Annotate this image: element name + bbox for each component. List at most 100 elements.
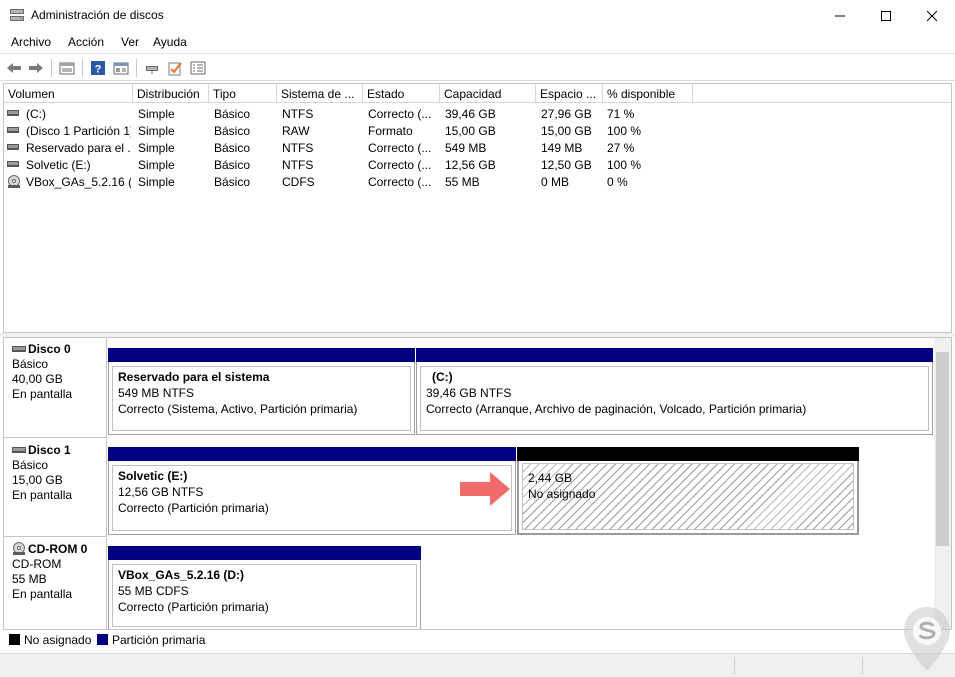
cell-capacidad: 39,46 GB (445, 107, 496, 121)
cell-sistema: NTFS (282, 107, 314, 121)
column-tipo[interactable]: Tipo (209, 84, 277, 103)
partition-details: Solvetic (E:) 12,56 GB NTFS Correcto (Pa… (112, 465, 512, 531)
partition-details: (C:) 39,46 GB NTFS Correcto (Arranque, A… (420, 366, 929, 431)
cell-estado: Formato (368, 124, 413, 138)
disk-status: En pantalla (12, 488, 73, 502)
table-row[interactable]: (Disco 1 Partición 1) Simple Básico RAW … (4, 122, 951, 139)
list-button[interactable] (189, 59, 207, 77)
cell-estado: Correcto (... (368, 158, 432, 172)
column-porcentaje-disponible[interactable]: % disponible (603, 84, 693, 103)
table-row[interactable]: Solvetic (E:) Simple Básico NTFS Correct… (4, 156, 951, 173)
partition-details: Reservado para el sistema 549 MB NTFS Co… (112, 366, 411, 431)
table-row[interactable]: VBox_GAs_5.2.16 (... Simple Básico CDFS … (4, 173, 951, 190)
unallocated-bar (517, 447, 859, 461)
minimize-button[interactable] (817, 0, 863, 31)
cell-sistema: CDFS (282, 175, 315, 189)
toolbar-separator (51, 59, 52, 77)
disk-0-label[interactable]: Disco 0 Básico 40,00 GB En pantalla (4, 338, 107, 438)
disk-graphical-view: Disco 0 Básico 40,00 GB En pantalla Rese… (3, 337, 952, 630)
cell-capacidad: 55 MB (445, 175, 480, 189)
list-icon (190, 61, 206, 75)
connect-button[interactable] (143, 59, 161, 77)
cell-espacio: 27,96 GB (541, 107, 592, 121)
forward-button[interactable] (27, 59, 45, 77)
column-espacio-disponible[interactable]: Espacio ... (536, 84, 603, 103)
cdrom-0-label[interactable]: CD-ROM 0 CD-ROM 55 MB En pantalla (4, 538, 107, 629)
menu-ayuda[interactable]: Ayuda (153, 35, 187, 49)
primary-partition-bar (108, 447, 516, 461)
back-icon (7, 63, 21, 73)
partition-name: Solvetic (E:) (118, 469, 188, 483)
console-button[interactable] (112, 59, 130, 77)
partition-status: Correcto (Sistema, Activo, Partición pri… (118, 402, 358, 416)
volume-icon (7, 144, 19, 150)
help-button[interactable]: ? (89, 59, 107, 77)
menu-ver[interactable]: Ver (121, 35, 139, 49)
column-sistema-archivos[interactable]: Sistema de ... (277, 84, 363, 103)
partition-details: 2,44 GB No asignado (522, 463, 854, 530)
table-row[interactable]: Reservado para el ... Simple Básico NTFS… (4, 139, 951, 156)
cell-volumen: Reservado para el ... (26, 141, 131, 155)
cell-distribucion: Simple (138, 124, 175, 138)
partition-unallocated[interactable]: 2,44 GB No asignado (517, 447, 859, 535)
close-button[interactable] (909, 0, 955, 31)
svg-text:?: ? (95, 64, 102, 76)
toolbar-separator (82, 59, 83, 77)
forward-icon (29, 63, 43, 73)
properties-button[interactable] (58, 59, 76, 77)
cell-porcentaje: 100 % (607, 158, 642, 172)
cell-sistema: RAW (282, 124, 310, 138)
partition-c[interactable]: (C:) 39,46 GB NTFS Correcto (Arranque, A… (416, 348, 933, 435)
cell-espacio: 149 MB (541, 141, 583, 155)
cell-tipo: Básico (214, 158, 251, 172)
check-button[interactable] (166, 59, 184, 77)
column-volumen[interactable]: Volumen (4, 84, 133, 103)
column-capacidad[interactable]: Capacidad (440, 84, 536, 103)
column-distribucion[interactable]: Distribución (133, 84, 209, 103)
scrollbar-thumb[interactable] (936, 352, 949, 546)
disk-name: Disco 0 (28, 342, 71, 356)
maximize-icon (881, 10, 891, 21)
partition-name: (C:) (432, 370, 453, 384)
toolbar: ? (0, 53, 955, 81)
vertical-scrollbar[interactable] (934, 338, 951, 629)
check-icon (168, 62, 182, 76)
legend: No asignado Partición primaria (3, 630, 952, 650)
cell-espacio: 12,50 GB (541, 158, 592, 172)
cell-porcentaje: 71 % (607, 107, 635, 121)
cell-porcentaje: 100 % (607, 124, 642, 138)
disk-type: Básico (12, 357, 49, 371)
menu-accion[interactable]: Acción (68, 35, 104, 49)
legend-swatch-primary (97, 634, 108, 645)
window-title: Administración de discos (31, 8, 164, 22)
partition-size: 12,56 GB NTFS (118, 485, 204, 499)
column-estado[interactable]: Estado (363, 84, 440, 103)
disk-1-label[interactable]: Disco 1 Básico 15,00 GB En pantalla (4, 439, 107, 537)
cell-volumen: (Disco 1 Partición 1) (26, 124, 131, 138)
cell-distribucion: Simple (138, 141, 175, 155)
partition-size: 549 MB NTFS (118, 386, 195, 400)
partition-reservado[interactable]: Reservado para el sistema 549 MB NTFS Co… (108, 348, 415, 435)
partition-name: VBox_GAs_5.2.16 (D:) (118, 568, 245, 582)
cell-estado: Correcto (... (368, 141, 432, 155)
partition-size: 55 MB CDFS (118, 584, 189, 598)
partition-vbox[interactable]: VBox_GAs_5.2.16 (D:) 55 MB CDFS Correcto… (108, 546, 421, 629)
disk-size: 40,00 GB (12, 372, 63, 386)
maximize-button[interactable] (863, 0, 909, 31)
cell-porcentaje: 0 % (607, 175, 628, 189)
partition-status: Correcto (Partición primaria) (118, 501, 269, 515)
cell-espacio: 15,00 GB (541, 124, 592, 138)
partition-solvetic[interactable]: Solvetic (E:) 12,56 GB NTFS Correcto (Pa… (108, 447, 516, 535)
cell-tipo: Básico (214, 141, 251, 155)
partition-size: 39,46 GB NTFS (426, 386, 512, 400)
minimize-icon (835, 15, 845, 16)
cd-drive-icon (13, 542, 25, 555)
table-row[interactable]: (C:) Simple Básico NTFS Correcto (... 39… (4, 105, 951, 122)
legend-swatch-unallocated (9, 634, 20, 645)
menu-archivo[interactable]: Archivo (11, 35, 51, 49)
properties-icon (59, 62, 75, 75)
status-cell (862, 657, 863, 674)
back-button[interactable] (5, 59, 23, 77)
cell-distribucion: Simple (138, 158, 175, 172)
partition-name: Reservado para el sistema (118, 370, 270, 384)
